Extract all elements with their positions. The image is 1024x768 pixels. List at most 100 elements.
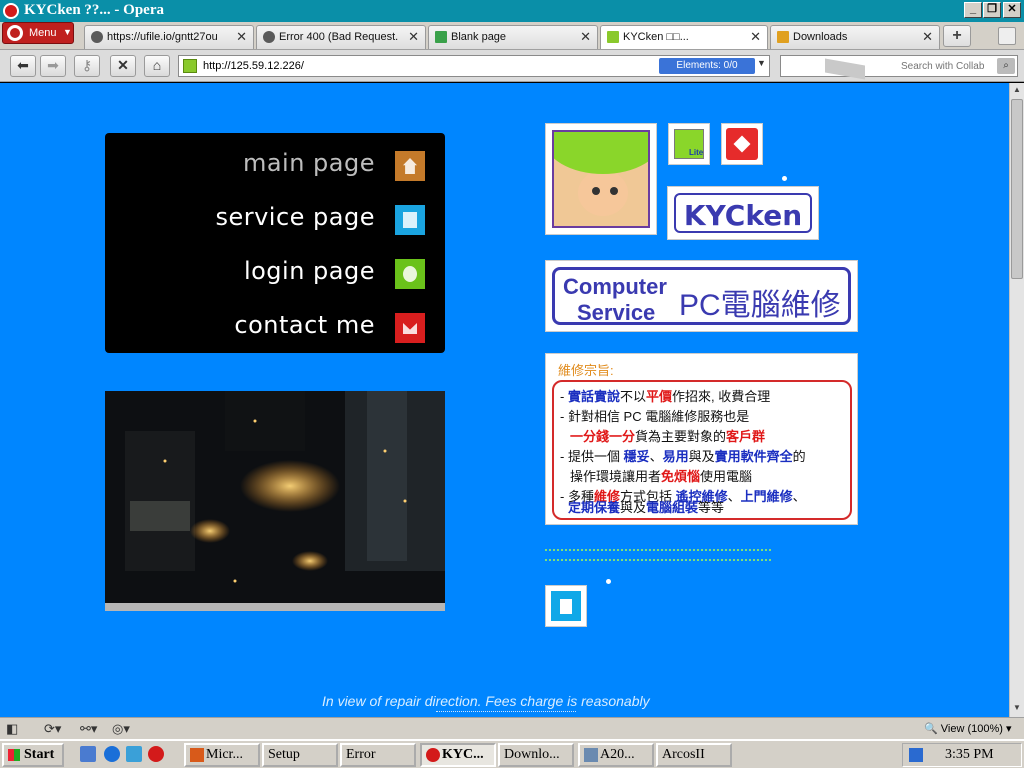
task-label: KYC...	[442, 747, 484, 762]
mission-emphasis: 易用	[662, 449, 689, 464]
mission-text: 等等	[698, 500, 725, 515]
close-tab-icon[interactable]: ✕	[580, 29, 591, 45]
opera-o-icon	[7, 25, 23, 41]
turbo-icon[interactable]: ◎▾	[112, 721, 130, 737]
task-label: Setup	[268, 747, 300, 762]
vertical-scrollbar[interactable]: ▲ ▼	[1009, 83, 1024, 717]
mission-line: 操作環境讓用者免煩惱使用電腦	[570, 466, 752, 485]
mission-line: - 提供一個 穩妥、易用與及實用軟件齊全的	[560, 446, 806, 465]
scroll-up-icon[interactable]: ▲	[1011, 85, 1023, 97]
tab-kycken[interactable]: KYCken □□... ✕	[600, 25, 768, 49]
mission-text: -	[560, 389, 568, 404]
mission-text: 的	[792, 449, 806, 464]
task-label: Downlo...	[504, 747, 560, 762]
tab-label: https://ufile.io/gntt27ou	[107, 31, 218, 43]
mission-text: 作招來, 收費合理	[672, 389, 771, 404]
nav-service-page[interactable]: service page	[125, 203, 425, 235]
home-button[interactable]: ⌂	[144, 55, 170, 77]
brand-text: KYCken	[683, 199, 803, 232]
clock[interactable]: 3:35 PM	[945, 747, 994, 763]
service-frame: Computer Service PC電腦維修	[552, 267, 851, 325]
mission-text: 與及	[688, 449, 715, 464]
search-input[interactable]	[901, 58, 997, 74]
redirect-button[interactable]	[721, 123, 763, 165]
share-icon[interactable]: ⚯▾	[80, 721, 97, 737]
trash-icon[interactable]	[998, 27, 1016, 45]
mission-text: 操作環境讓用者	[570, 469, 662, 484]
close-tab-icon[interactable]: ✕	[408, 29, 419, 45]
mission-title: 維修宗旨:	[558, 363, 614, 378]
tab-error-400[interactable]: Error 400 (Bad Request... ✕	[256, 25, 426, 49]
task-a20[interactable]: A20...	[578, 743, 654, 767]
task-micr[interactable]: Micr...	[184, 743, 260, 767]
service-title-en-line2: Service	[577, 300, 656, 325]
stop-button[interactable]: ✕	[110, 55, 136, 77]
minimize-button[interactable]: _	[964, 2, 982, 18]
mission-emphasis: 電腦組裝	[646, 500, 699, 515]
menu-label: Menu	[29, 27, 57, 39]
key-icon[interactable]: ⚷	[74, 55, 100, 77]
document-icon	[395, 205, 425, 235]
task-downloads[interactable]: Downlo...	[498, 743, 574, 767]
task-setup[interactable]: Setup	[262, 743, 338, 767]
mission-text: 使用電腦	[700, 469, 753, 484]
new-tab-button[interactable]: +	[943, 25, 971, 47]
tab-label: KYCken □□...	[623, 31, 689, 43]
mission-text: 與及	[620, 500, 647, 515]
mission-text: 、	[649, 449, 663, 464]
start-button[interactable]: Start	[2, 743, 64, 767]
night-city-view	[105, 391, 445, 611]
nav-main-page[interactable]: main page	[125, 149, 425, 181]
close-tab-icon[interactable]: ✕	[236, 29, 247, 45]
forward-button[interactable]: ➡	[40, 55, 66, 77]
tab-downloads[interactable]: Downloads ✕	[770, 25, 940, 49]
opera-icon[interactable]	[148, 746, 164, 762]
network-icon[interactable]	[126, 746, 142, 762]
elements-badge[interactable]: Elements: 0/0	[659, 58, 755, 74]
zoom-indicator[interactable]: 🔍 View (100%) ▾	[924, 722, 1012, 735]
tab-ufile[interactable]: https://ufile.io/gntt27ou ✕	[84, 25, 254, 49]
network-tray-icon[interactable]	[909, 748, 923, 762]
back-button[interactable]: ⬅	[10, 55, 36, 77]
task-arcosii[interactable]: ArcosII	[656, 743, 732, 767]
kycken-favicon-icon	[607, 31, 619, 43]
address-field[interactable]: http://125.59.12.226/ Elements: 0/0 ▼	[178, 55, 770, 77]
task-label: ArcosII	[662, 747, 705, 762]
brand-frame: KYCken	[674, 193, 812, 233]
notepad-icon[interactable]	[80, 746, 96, 762]
mission-line: - 針對相信 PC 電腦維修服務也是	[560, 406, 749, 425]
mission-line: - 實話實說不以平價作招來, 收費合理	[560, 386, 770, 405]
site-favicon-icon	[183, 59, 197, 73]
opera-menu-button[interactable]: Menu ▼	[2, 22, 74, 44]
avatar-eye	[592, 187, 600, 195]
home-icon	[395, 151, 425, 181]
document-button[interactable]	[545, 585, 587, 627]
window-title-bar: KYCken ??... - Opera _ ❐ ✕	[0, 0, 1024, 22]
close-tab-icon[interactable]: ✕	[922, 29, 933, 45]
tab-blank-page[interactable]: Blank page ✕	[428, 25, 598, 49]
mission-text: 、	[727, 489, 741, 504]
panel-toggle-icon[interactable]: ◧	[6, 721, 18, 737]
service-title-en-line1: Computer	[563, 274, 667, 299]
mission-text: 貨為主要對象的	[635, 429, 727, 444]
task-error[interactable]: Error	[340, 743, 416, 767]
task-label: Micr...	[206, 747, 243, 762]
maximize-button[interactable]: ❐	[983, 2, 1001, 18]
close-tab-icon[interactable]: ✕	[750, 29, 761, 45]
chevron-down-icon: ▼	[63, 27, 72, 37]
nav-contact-me[interactable]: contact me	[125, 311, 425, 343]
nav-login-page[interactable]: login page	[125, 257, 425, 289]
scroll-thumb[interactable]	[1011, 99, 1023, 279]
search-box[interactable]: ⌕	[780, 55, 1018, 80]
close-button[interactable]: ✕	[1003, 2, 1021, 18]
lite-version-button[interactable]: Lite	[668, 123, 710, 165]
mission-emphasis: 穩妥	[623, 449, 650, 464]
service-banner: Computer Service PC電腦維修	[545, 260, 858, 332]
scroll-down-icon[interactable]: ▼	[1011, 703, 1023, 715]
internet-explorer-icon[interactable]	[104, 746, 120, 762]
chevron-down-icon[interactable]: ▼	[757, 58, 766, 68]
task-kycken[interactable]: KYC...	[420, 743, 496, 767]
sync-icon[interactable]: ⟳▾	[44, 721, 61, 737]
search-icon[interactable]: ⌕	[997, 58, 1015, 74]
zoom-label: View (100%)	[940, 723, 1003, 735]
